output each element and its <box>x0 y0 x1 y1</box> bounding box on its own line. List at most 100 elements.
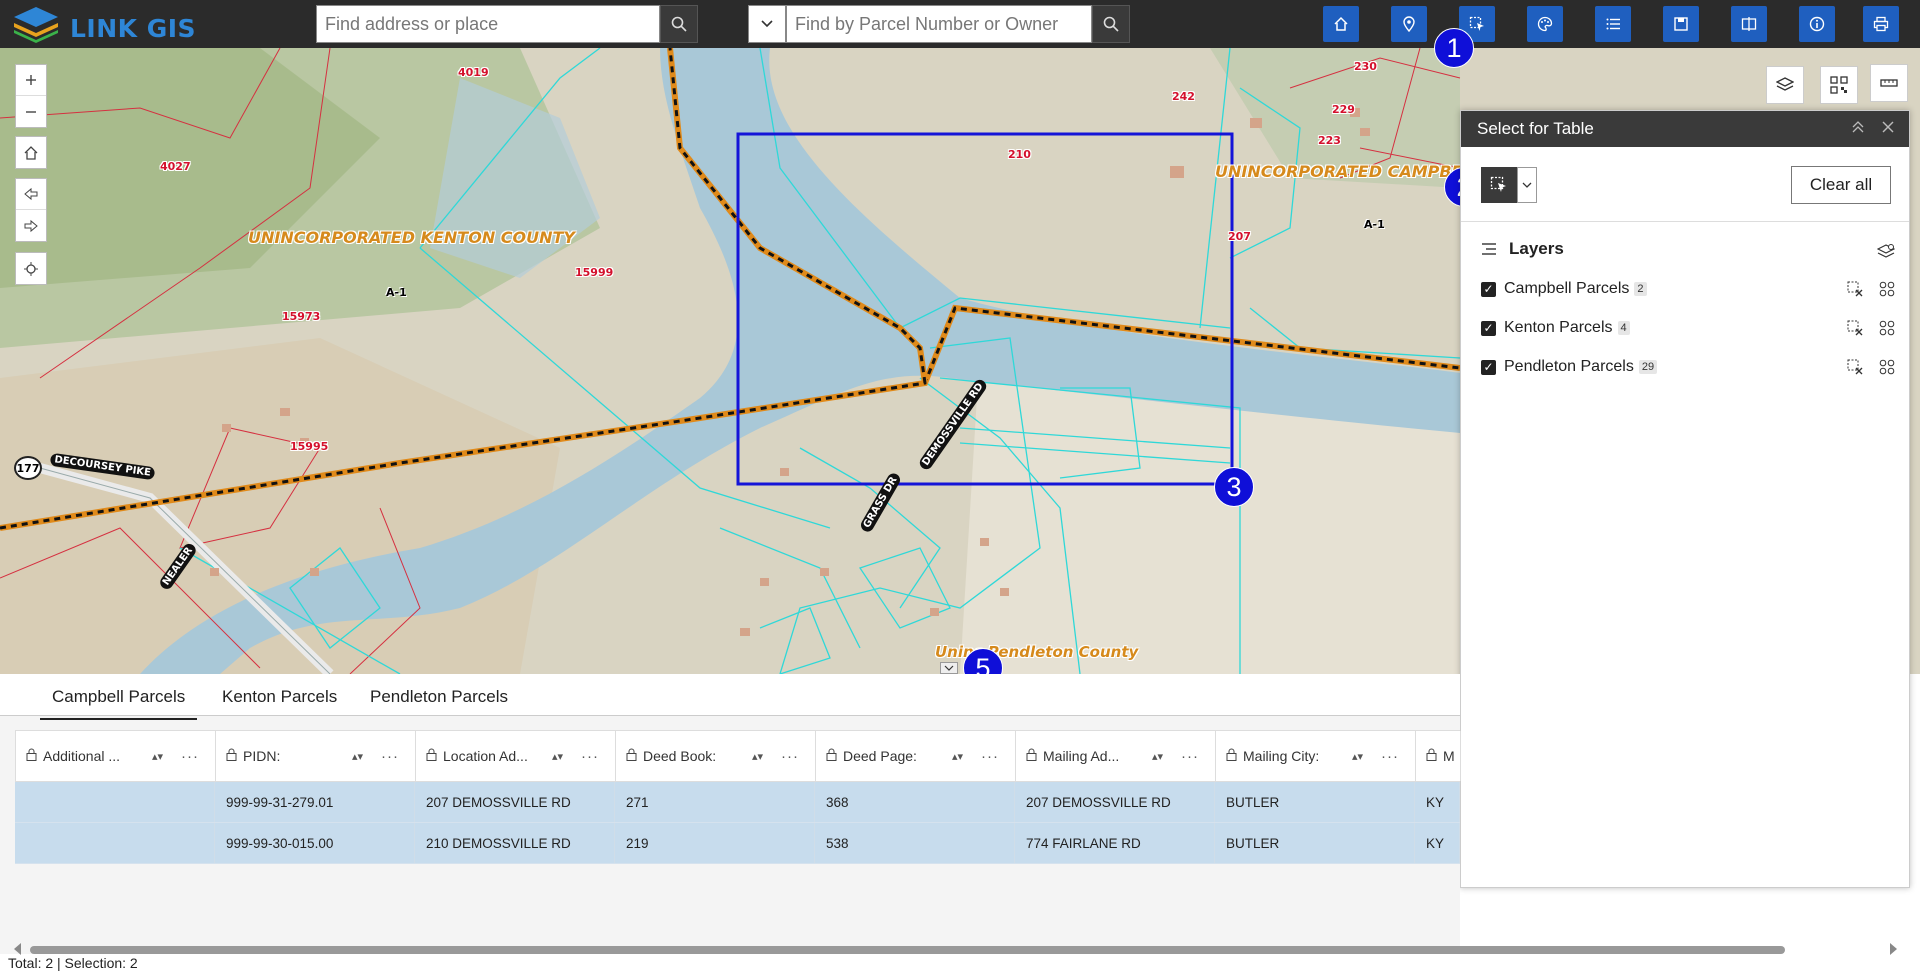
more-options-icon[interactable]: ··· <box>781 748 799 765</box>
column-title: Location Ad... <box>443 748 528 764</box>
select-tool-dropdown[interactable] <box>1517 167 1537 203</box>
print-icon <box>1873 16 1889 32</box>
scroll-right-arrow[interactable] <box>1890 943 1897 955</box>
layer-checkbox[interactable]: ✓ <box>1481 359 1496 375</box>
horizontal-scrollbar[interactable] <box>30 946 1785 954</box>
measure-button[interactable] <box>1870 64 1908 102</box>
previous-extent-button[interactable] <box>16 179 46 210</box>
layer-actions <box>1847 320 1895 336</box>
app-logo[interactable]: LINK GIS <box>10 5 210 43</box>
layer-checkbox[interactable]: ✓ <box>1481 281 1496 297</box>
qr-code-button[interactable] <box>1820 66 1858 104</box>
parcel-label: 230 <box>1354 60 1377 73</box>
sort-icon[interactable]: ▴▾ <box>752 750 763 763</box>
locate-button[interactable] <box>1391 6 1427 42</box>
zoom-out-button[interactable] <box>16 96 46 127</box>
palette-icon <box>1537 16 1553 32</box>
column-header[interactable]: Location Ad... ▴▾ ··· <box>416 731 616 781</box>
column-header[interactable]: Mailing Ad... ▴▾ ··· <box>1016 731 1216 781</box>
more-options-icon[interactable]: ··· <box>1381 748 1399 765</box>
sort-icon[interactable]: ▴▾ <box>1352 750 1363 763</box>
column-header[interactable]: Deed Book: ▴▾ ··· <box>616 731 816 781</box>
layer-row-pendleton[interactable]: ✓ Pendleton Parcels 29 <box>1481 355 1901 379</box>
scroll-left-arrow[interactable] <box>14 943 21 955</box>
address-search-button[interactable] <box>660 5 698 43</box>
sort-icon[interactable]: ▴▾ <box>152 750 163 763</box>
lock-icon <box>826 748 837 764</box>
tab-kenton-parcels[interactable]: Kenton Parcels <box>222 687 337 707</box>
home-button[interactable] <box>1323 6 1359 42</box>
select-rectangle-icon <box>1490 176 1506 192</box>
clear-selection-icon[interactable] <box>1847 359 1863 375</box>
clear-all-button[interactable]: Clear all <box>1791 166 1891 204</box>
locate-control <box>15 252 47 285</box>
table-cell: 207 DEMOSSVILLE RD <box>1015 782 1215 822</box>
zoom-in-button[interactable] <box>16 65 46 96</box>
info-button[interactable] <box>1799 6 1835 42</box>
layer-checkbox[interactable]: ✓ <box>1481 320 1496 336</box>
collapse-panel-icon[interactable] <box>1851 120 1865 139</box>
more-options-icon[interactable]: ··· <box>181 748 199 765</box>
more-options-icon[interactable]: ··· <box>1181 748 1199 765</box>
compare-button[interactable] <box>1731 6 1767 42</box>
select-all-icon[interactable] <box>1879 359 1895 375</box>
attribute-grid: Additional ... ▴▾ ··· PIDN: ▴▾ ··· Locat… <box>15 730 1461 864</box>
sort-icon[interactable]: ▴▾ <box>952 750 963 763</box>
layer-list-button[interactable] <box>1595 6 1631 42</box>
default-extent-button[interactable] <box>16 137 46 168</box>
parcel-label: 210 <box>1008 148 1031 161</box>
clear-selection-icon[interactable] <box>1847 320 1863 336</box>
parcel-search-button[interactable] <box>1092 5 1130 43</box>
search-icon <box>1103 16 1119 32</box>
table-collapse-toggle[interactable] <box>940 662 958 674</box>
column-header[interactable]: Deed Page: ▴▾ ··· <box>816 731 1016 781</box>
table-row[interactable]: 999-99-31-279.01 207 DEMOSSVILLE RD 271 … <box>15 782 1460 823</box>
column-title: Mailing City: <box>1243 748 1320 764</box>
qr-code-icon <box>1830 76 1848 94</box>
tab-pendleton-parcels[interactable]: Pendleton Parcels <box>370 687 508 707</box>
select-by-rectangle-button[interactable] <box>1481 167 1517 203</box>
basemap-layers-button[interactable] <box>1766 66 1804 104</box>
column-title: Mailing Ad... <box>1043 748 1120 764</box>
clear-selection-icon[interactable] <box>1847 281 1863 297</box>
more-options-icon[interactable]: ··· <box>981 748 999 765</box>
parcel-label: 242 <box>1172 90 1195 103</box>
layer-name: Kenton Parcels <box>1504 319 1613 336</box>
parcel-search-box <box>786 5 1092 43</box>
select-all-icon[interactable] <box>1879 320 1895 336</box>
parcel-search-type-dropdown[interactable] <box>748 5 786 43</box>
column-header[interactable]: Mailing City: ▴▾ ··· <box>1216 731 1416 781</box>
tab-campbell-parcels[interactable]: Campbell Parcels <box>39 687 198 720</box>
sort-icon[interactable]: ▴▾ <box>552 750 563 763</box>
save-icon <box>1674 17 1688 31</box>
table-row[interactable]: 999-99-30-015.00 210 DEMOSSVILLE RD 219 … <box>15 823 1460 864</box>
column-header[interactable]: M <box>1416 731 1461 781</box>
sort-icon[interactable]: ▴▾ <box>1152 750 1163 763</box>
logo-layers-icon <box>14 7 58 43</box>
save-button[interactable] <box>1663 6 1699 42</box>
select-all-icon[interactable] <box>1879 281 1895 297</box>
layer-settings-icon[interactable] <box>1876 243 1896 266</box>
next-extent-button[interactable] <box>16 210 46 241</box>
print-button[interactable] <box>1863 6 1899 42</box>
extent-navigation <box>15 178 47 242</box>
table-cell: 999-99-30-015.00 <box>215 823 415 863</box>
panel-divider <box>1461 221 1909 222</box>
address-search-input[interactable] <box>317 6 657 42</box>
close-icon[interactable] <box>1881 120 1895 139</box>
parcel-label: 15973 <box>282 310 321 323</box>
column-header[interactable]: PIDN: ▴▾ ··· <box>216 731 416 781</box>
layer-row-kenton[interactable]: ✓ Kenton Parcels 4 <box>1481 316 1901 340</box>
sort-icon[interactable]: ▴▾ <box>352 750 363 763</box>
table-cell: 207 DEMOSSVILLE RD <box>415 782 615 822</box>
parcel-search-input[interactable] <box>787 6 1089 42</box>
layer-row-campbell[interactable]: ✓ Campbell Parcels 2 <box>1481 277 1901 301</box>
column-title: Deed Book: <box>643 748 717 764</box>
layer-selection-count: 4 <box>1617 321 1630 335</box>
my-location-button[interactable] <box>16 253 46 284</box>
more-options-icon[interactable]: ··· <box>381 748 399 765</box>
column-header[interactable]: Additional ... ▴▾ ··· <box>16 731 216 781</box>
list-icon <box>1606 18 1620 30</box>
basemap-style-button[interactable] <box>1527 6 1563 42</box>
more-options-icon[interactable]: ··· <box>581 748 599 765</box>
